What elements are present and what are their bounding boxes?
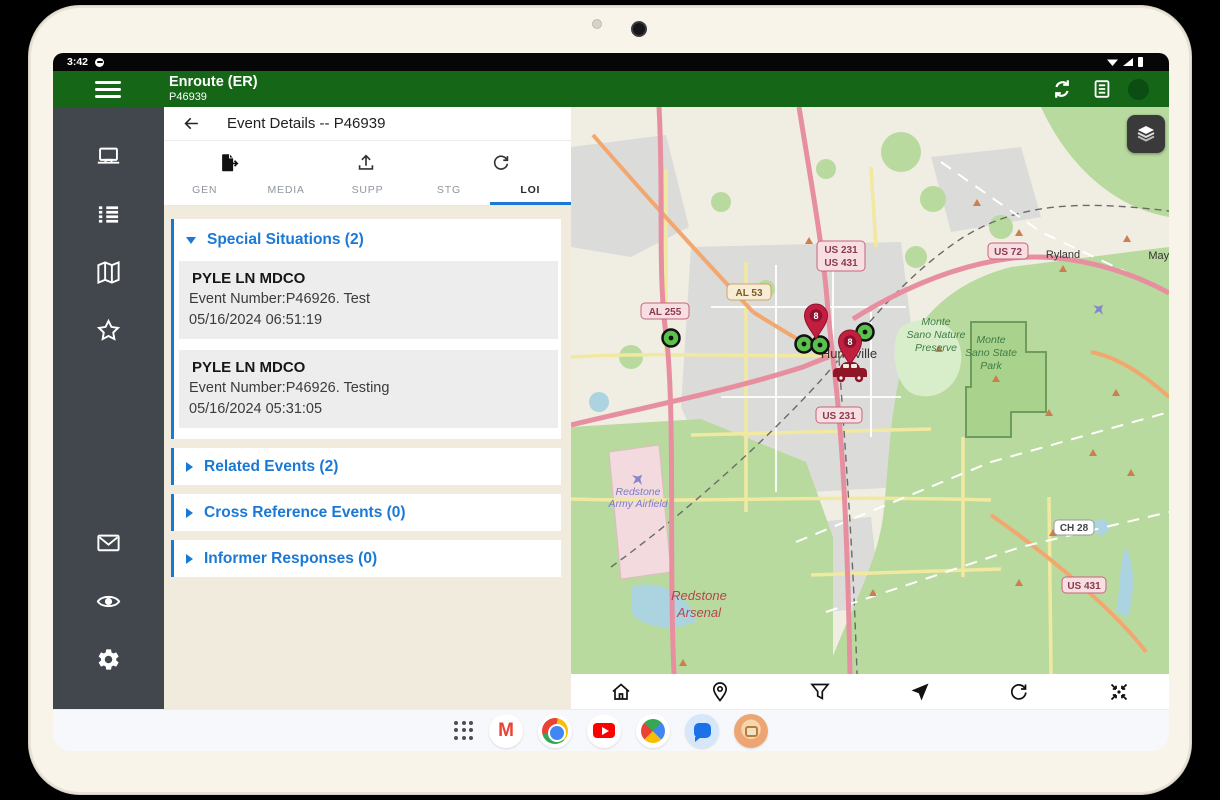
map-toolbar bbox=[571, 674, 1169, 709]
enroute-app-icon[interactable] bbox=[734, 714, 768, 748]
app-drawer-button[interactable] bbox=[454, 721, 474, 741]
youtube-icon[interactable] bbox=[587, 714, 621, 748]
sidebar-item-workstation[interactable] bbox=[89, 136, 129, 176]
svg-text:CH 28: CH 28 bbox=[1060, 523, 1089, 534]
svg-text:Sano Nature: Sano Nature bbox=[907, 329, 966, 341]
app-title: Enroute (ER) bbox=[169, 74, 258, 91]
svg-text:AL 53: AL 53 bbox=[735, 288, 762, 299]
svg-text:Monte: Monte bbox=[976, 334, 1005, 346]
map-navigate-button[interactable] bbox=[903, 678, 937, 706]
tabs: GEN MEDIA SUPP STG LOI bbox=[164, 178, 571, 205]
android-taskbar: M bbox=[53, 709, 1169, 751]
map-home-button[interactable] bbox=[604, 678, 638, 706]
event-log-icon[interactable] bbox=[1089, 76, 1115, 102]
screen: 3:42 Enroute (ER) P46939 bbox=[53, 53, 1169, 751]
section-header[interactable]: Cross Reference Events (0) bbox=[174, 494, 561, 531]
special-situation-item[interactable]: PYLE LN MDCO Event Number:P46926. Test 0… bbox=[179, 261, 558, 339]
layers-icon bbox=[1134, 122, 1158, 146]
connection-status-circle bbox=[1128, 79, 1149, 100]
wifi-icon bbox=[1107, 58, 1118, 66]
section-header[interactable]: Related Events (2) bbox=[174, 448, 561, 485]
map-refresh-button[interactable] bbox=[1002, 678, 1036, 706]
sidebar-item-messages[interactable] bbox=[89, 523, 129, 563]
accordion: Special Situations (2) PYLE LN MDCO Even… bbox=[164, 206, 571, 586]
map-panel: US 231 US 431 US 72 AL 255 AL 53 US 231 … bbox=[571, 107, 1169, 709]
svg-text:Army Airfield: Army Airfield bbox=[607, 498, 668, 510]
sidebar-item-favorites[interactable] bbox=[89, 310, 129, 350]
svg-text:US 431: US 431 bbox=[824, 258, 858, 269]
section-special-situations: Special Situations (2) PYLE LN MDCO Even… bbox=[171, 219, 561, 439]
refresh-icon[interactable] bbox=[490, 152, 512, 174]
svg-text:Ryland: Ryland bbox=[1046, 249, 1080, 261]
svg-text:Maysville: Maysville bbox=[1148, 250, 1169, 262]
tab-supp[interactable]: SUPP bbox=[327, 178, 408, 205]
gmail-icon[interactable]: M bbox=[489, 714, 523, 748]
tab-gen[interactable]: GEN bbox=[164, 178, 245, 205]
svg-text:US 231: US 231 bbox=[822, 411, 856, 422]
svg-text:8: 8 bbox=[813, 311, 818, 321]
sidebar-item-monitor[interactable] bbox=[89, 581, 129, 621]
chevron-right-icon bbox=[186, 462, 193, 472]
map-layers-button[interactable] bbox=[1127, 115, 1165, 153]
battery-icon bbox=[1138, 57, 1143, 67]
tab-loi[interactable]: LOI bbox=[490, 178, 571, 205]
svg-text:Sano State: Sano State bbox=[965, 347, 1017, 359]
svg-text:AL 255: AL 255 bbox=[649, 307, 682, 318]
sidebar-item-map[interactable] bbox=[89, 252, 129, 292]
sidebar-item-event-list[interactable] bbox=[89, 194, 129, 234]
photos-icon[interactable] bbox=[636, 714, 670, 748]
map-collapse-button[interactable] bbox=[1102, 678, 1136, 706]
chevron-right-icon bbox=[186, 554, 193, 564]
section-cross-reference-events: Cross Reference Events (0) bbox=[171, 494, 561, 531]
messages-icon[interactable] bbox=[685, 714, 719, 748]
tab-media[interactable]: MEDIA bbox=[245, 178, 326, 205]
event-details-header: Event Details -- P46939 bbox=[164, 107, 571, 141]
tablet-body: 3:42 Enroute (ER) P46939 bbox=[28, 5, 1192, 795]
clock: 3:42 bbox=[67, 56, 88, 68]
dnd-icon bbox=[95, 58, 104, 67]
special-situation-item[interactable]: PYLE LN MDCO Event Number:P46926. Testin… bbox=[179, 350, 558, 428]
front-camera bbox=[631, 21, 647, 37]
svg-text:Park: Park bbox=[980, 360, 1002, 372]
map-filter-button[interactable] bbox=[803, 678, 837, 706]
svg-text:Arsenal: Arsenal bbox=[676, 605, 722, 620]
chevron-right-icon bbox=[186, 508, 193, 518]
sidebar-item-settings[interactable] bbox=[89, 639, 129, 679]
svg-text:8: 8 bbox=[847, 337, 852, 347]
light-sensor bbox=[592, 19, 602, 29]
svg-text:Redstone: Redstone bbox=[671, 588, 727, 603]
svg-text:Monte: Monte bbox=[921, 316, 950, 328]
active-tab-indicator bbox=[490, 202, 571, 205]
event-details-panel: Event Details -- P46939 bbox=[164, 107, 571, 709]
tab-stg[interactable]: STG bbox=[408, 178, 489, 205]
svg-text:Redstone: Redstone bbox=[616, 486, 661, 498]
chevron-down-icon bbox=[186, 237, 196, 244]
svg-text:Preserve: Preserve bbox=[915, 342, 957, 354]
section-header[interactable]: Special Situations (2) bbox=[174, 219, 561, 261]
signal-icon bbox=[1123, 58, 1133, 66]
app-bar-titles: Enroute (ER) P46939 bbox=[169, 74, 258, 103]
svg-text:US 72: US 72 bbox=[994, 247, 1022, 258]
upload-icon[interactable] bbox=[355, 152, 377, 174]
map-location-button[interactable] bbox=[703, 678, 737, 706]
back-button[interactable] bbox=[182, 114, 201, 133]
export-report-icon[interactable] bbox=[218, 152, 240, 174]
status-icons bbox=[1107, 57, 1143, 67]
app-bar: Enroute (ER) P46939 bbox=[53, 71, 1169, 107]
sidebar bbox=[53, 107, 164, 709]
svg-text:US 431: US 431 bbox=[1067, 581, 1101, 592]
map[interactable]: US 231 US 431 US 72 AL 255 AL 53 US 231 … bbox=[571, 107, 1169, 674]
section-informer-responses: Informer Responses (0) bbox=[171, 540, 561, 577]
svg-text:US 231: US 231 bbox=[824, 245, 858, 256]
page-title: Event Details -- P46939 bbox=[227, 115, 385, 132]
section-related-events: Related Events (2) bbox=[171, 448, 561, 485]
stage: 3:42 Enroute (ER) P46939 bbox=[0, 0, 1220, 800]
section-header[interactable]: Informer Responses (0) bbox=[174, 540, 561, 577]
sync-icon[interactable] bbox=[1048, 75, 1076, 103]
chrome-icon[interactable] bbox=[538, 714, 572, 748]
event-number: P46939 bbox=[169, 91, 258, 104]
menu-button[interactable] bbox=[95, 81, 121, 98]
tab-bar: GEN MEDIA SUPP STG LOI bbox=[164, 141, 571, 206]
status-bar: 3:42 bbox=[53, 53, 1169, 71]
